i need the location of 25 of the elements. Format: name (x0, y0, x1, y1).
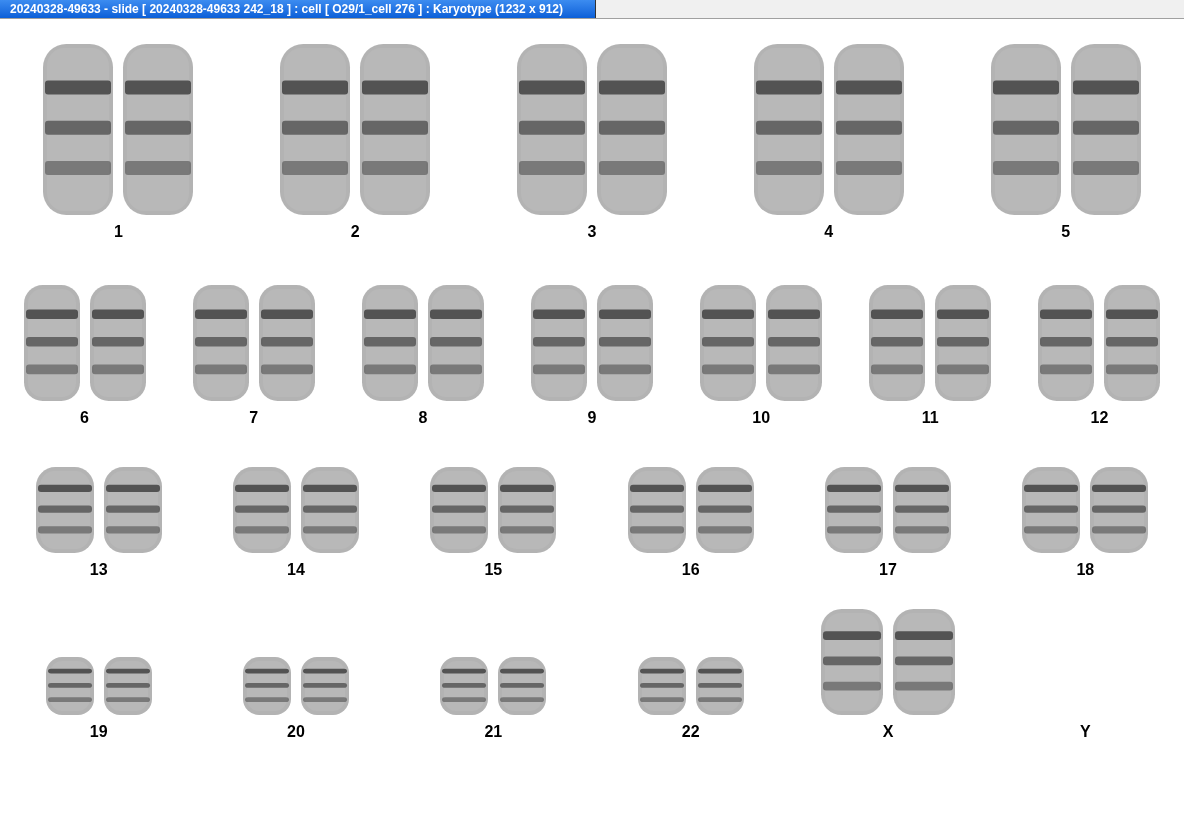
chromosome-label: 21 (484, 723, 503, 741)
chromosome-label: 8 (418, 409, 428, 427)
chromosome-label: 7 (249, 409, 259, 427)
chromosome-label: 9 (587, 409, 597, 427)
chromosome-label: 10 (752, 409, 771, 427)
window-title: 20240328-49633 - slide [ 20240328-49633 242_18 ] : cell [ O29/1_cell 276 ] : Karyotype (1232 x 912) (0, 0, 596, 18)
chromosome-label: 11 (921, 409, 939, 427)
chromosome-label: 1 (113, 223, 123, 241)
chromosome-label: 14 (287, 561, 305, 579)
chromosome-label: 17 (879, 561, 897, 579)
chromosome-label: 19 (89, 723, 108, 741)
chromosome-label: 12 (1090, 409, 1109, 427)
chromosome-label: 16 (681, 561, 700, 579)
chromosome-label: 3 (587, 223, 597, 241)
chromosome-label: 15 (484, 561, 503, 579)
chromosome-label: X (882, 723, 894, 741)
chromosome-label: 4 (824, 223, 834, 241)
chromosome-label: 2 (350, 223, 360, 241)
chromosome-label: 20 (287, 723, 305, 741)
chromosome-label: 13 (89, 561, 108, 579)
chromosome-label: Y (1080, 723, 1091, 741)
chromosome-label: 22 (681, 723, 700, 741)
chromosome-label: 6 (80, 409, 89, 427)
chromosome-label: 5 (1061, 223, 1071, 241)
chromosome-label: 18 (1076, 561, 1095, 579)
